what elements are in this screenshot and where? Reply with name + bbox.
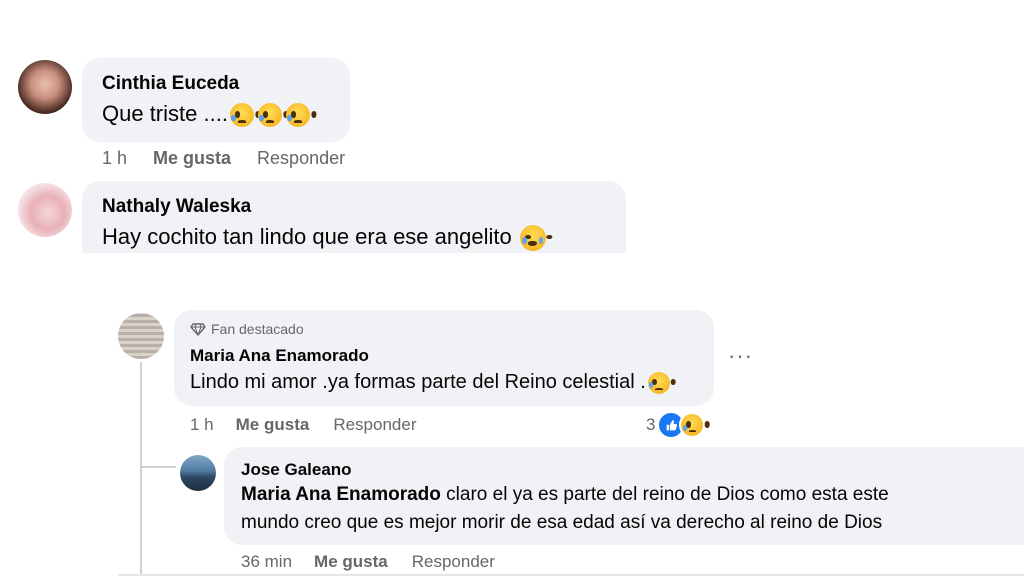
avatar-maria-ana[interactable] (118, 313, 164, 359)
comment-author[interactable]: Cinthia Euceda (102, 73, 239, 95)
reaction-count: 3 (646, 415, 656, 434)
mention-link[interactable]: Maria Ana Enamorado (241, 484, 441, 505)
reply-button[interactable]: Responder (333, 415, 416, 435)
comment-text: Hay cochito tan lindo que era ese angeli… (102, 224, 546, 252)
sad-face-emoji (257, 103, 282, 128)
crying-face-emoji (519, 225, 546, 252)
comment-author[interactable]: Maria Ana Enamorado (190, 346, 369, 366)
comment-text: Maria Ana Enamorado claro el ya es parte… (241, 484, 889, 505)
like-button[interactable]: Me gusta (153, 148, 231, 169)
reaction-summary[interactable]: 3 (646, 411, 706, 439)
thread-line-branch (140, 466, 176, 468)
avatar-nathaly[interactable] (18, 183, 72, 237)
comment-actions: 36 min Me gusta Responder (241, 552, 521, 572)
more-options-icon[interactable]: ··· (728, 343, 753, 369)
comment-author[interactable]: Nathaly Waleska (102, 196, 251, 218)
comment-text-line2: mundo creo que es mejor morir de esa eda… (241, 512, 883, 533)
sad-reaction-icon (679, 412, 706, 438)
comment-text: Que triste .... (102, 101, 310, 128)
comment-author[interactable]: Jose Galeano (241, 460, 352, 480)
comment-timestamp[interactable]: 1 h (102, 148, 127, 169)
reply-button[interactable]: Responder (412, 552, 495, 572)
avatar-jose[interactable] (180, 455, 216, 491)
comment-timestamp[interactable]: 1 h (190, 415, 214, 435)
comment-bubble-cinthia (82, 58, 350, 142)
comment-actions: 1 h Me gusta Responder (190, 415, 443, 435)
thread-line (140, 362, 142, 576)
sad-face-emoji (647, 371, 670, 394)
comment-actions: 1 h Me gusta Responder (102, 148, 371, 169)
sad-face-emoji (229, 103, 254, 128)
avatar-cinthia[interactable] (18, 60, 72, 114)
sad-face-emoji (285, 103, 310, 128)
diamond-icon (190, 323, 206, 336)
like-button[interactable]: Me gusta (236, 415, 310, 435)
comment-text: Lindo mi amor .ya formas parte del Reino… (190, 371, 670, 394)
fan-badge: Fan destacado (190, 321, 304, 337)
comment-timestamp[interactable]: 36 min (241, 552, 292, 572)
reply-button[interactable]: Responder (257, 148, 345, 169)
like-button[interactable]: Me gusta (314, 552, 388, 572)
